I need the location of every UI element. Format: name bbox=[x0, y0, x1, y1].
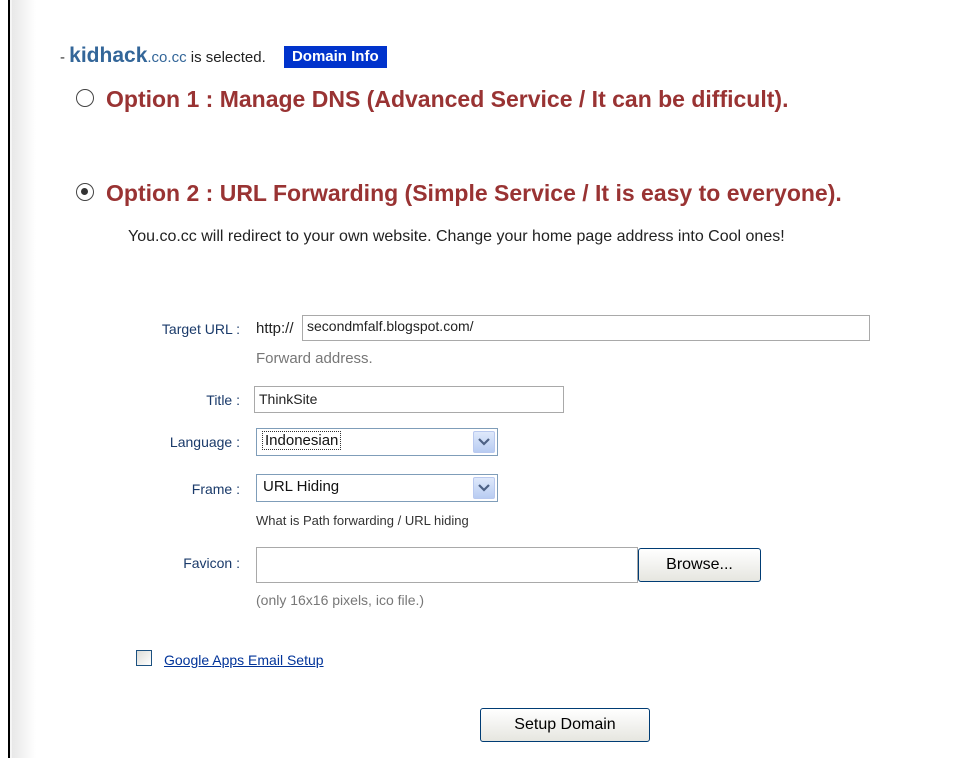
target-url-hint: Forward address. bbox=[256, 350, 373, 367]
frame-select[interactable]: URL Hiding bbox=[256, 474, 498, 502]
target-url-input[interactable]: secondmfalf.blogspot.com/ bbox=[302, 315, 870, 341]
target-url-prefix: http:// bbox=[256, 320, 294, 337]
favicon-hint: (only 16x16 pixels, ico file.) bbox=[256, 592, 425, 608]
option2-label: Option 2 : URL Forwarding (Simple Servic… bbox=[106, 180, 842, 206]
language-label: Language : bbox=[169, 434, 240, 450]
google-apps-email-link[interactable]: Google Apps Email Setup bbox=[164, 652, 324, 668]
selected-suffix: is selected. bbox=[190, 49, 266, 66]
setup-domain-button[interactable]: Setup Domain bbox=[480, 708, 650, 742]
target-url-label: Target URL : bbox=[161, 321, 240, 337]
title-input[interactable]: ThinkSite bbox=[254, 386, 564, 413]
dash: - bbox=[60, 49, 65, 66]
frame-selected: URL Hiding bbox=[263, 478, 340, 495]
option2-radio[interactable] bbox=[76, 182, 94, 201]
browse-button[interactable]: Browse... bbox=[638, 548, 761, 582]
selected-domain-line: - kidhack.co.cc is selected. Domain Info bbox=[60, 44, 387, 69]
google-apps-checkbox[interactable] bbox=[136, 650, 152, 666]
language-selected: Indonesian bbox=[261, 431, 342, 450]
frame-label: Frame : bbox=[191, 481, 240, 497]
option1-row[interactable]: Option 1 : Manage DNS (Advanced Service … bbox=[76, 86, 788, 113]
option1-label: Option 1 : Manage DNS (Advanced Service … bbox=[106, 86, 789, 112]
left-border bbox=[0, 0, 10, 758]
domain-tld: .co.cc bbox=[147, 49, 187, 66]
domain-name: kidhack bbox=[69, 44, 148, 67]
domain-info-button[interactable]: Domain Info bbox=[283, 46, 387, 68]
favicon-file-input[interactable] bbox=[256, 547, 638, 583]
language-select[interactable]: Indonesian bbox=[256, 428, 498, 456]
chevron-down-icon[interactable] bbox=[473, 431, 495, 453]
frame-hint: What is Path forwarding / URL hiding bbox=[256, 513, 469, 528]
option2-row[interactable]: Option 2 : URL Forwarding (Simple Servic… bbox=[76, 180, 842, 207]
panel-shadow bbox=[12, 0, 36, 758]
content-panel bbox=[12, 0, 972, 758]
chevron-down-icon[interactable] bbox=[473, 477, 495, 499]
option2-description: You.co.cc will redirect to your own webs… bbox=[128, 228, 785, 245]
favicon-label: Favicon : bbox=[183, 555, 240, 571]
option1-radio[interactable] bbox=[76, 88, 94, 107]
title-label: Title : bbox=[206, 392, 240, 408]
